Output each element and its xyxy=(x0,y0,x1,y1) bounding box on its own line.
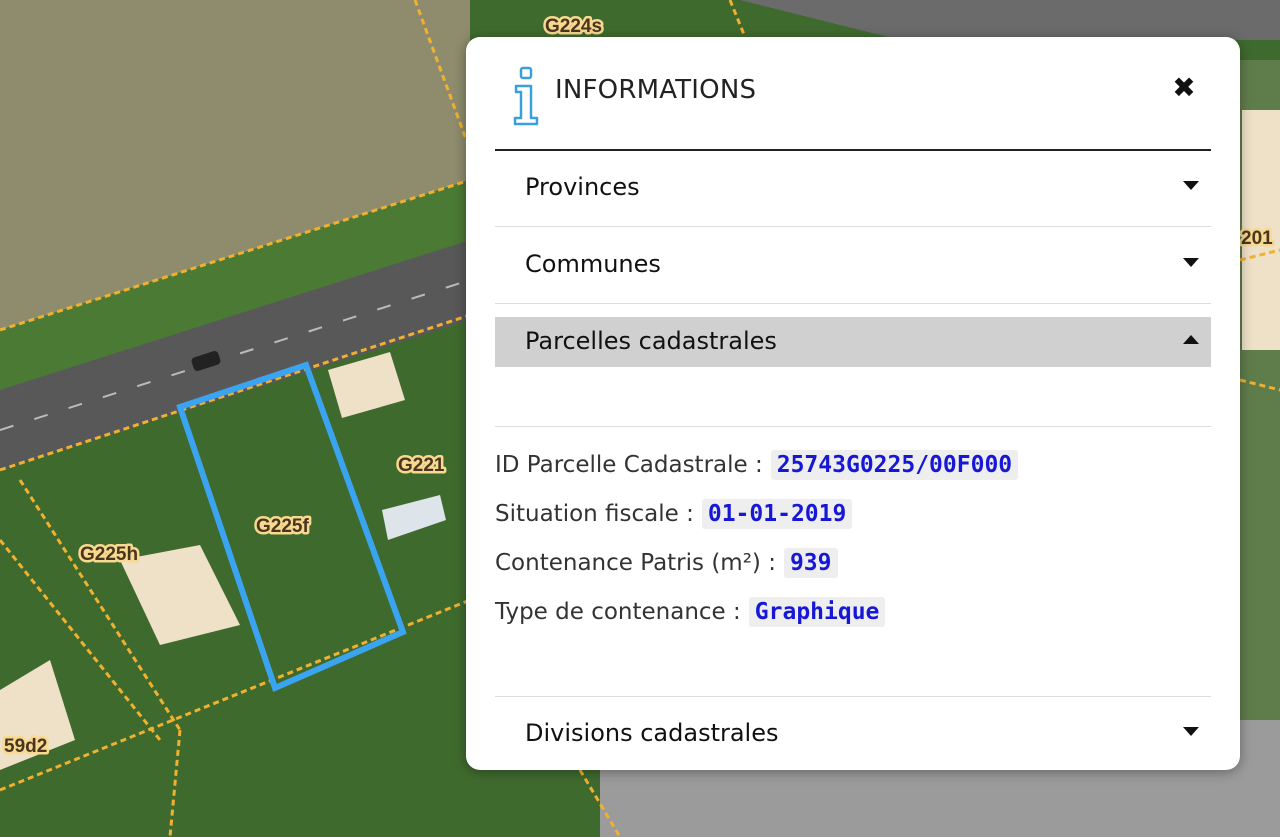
section-label: Parcelles cadastrales xyxy=(525,327,777,355)
section-communes[interactable]: Communes xyxy=(495,240,1211,290)
chevron-down-icon xyxy=(1183,181,1199,190)
close-icon[interactable]: ✖ xyxy=(1169,73,1199,103)
chevron-up-icon xyxy=(1183,335,1199,344)
attribute-row-id-parcelle: ID Parcelle Cadastrale : 25743G0225/00F0… xyxy=(495,445,1211,485)
section-divisions-cadastrales[interactable]: Divisions cadastrales xyxy=(495,709,1211,749)
divider xyxy=(495,426,1211,427)
attribute-label: ID Parcelle Cadastrale : xyxy=(495,452,763,478)
attribute-label: Contenance Patris (m²) : xyxy=(495,550,776,576)
divider xyxy=(495,303,1211,304)
section-provinces[interactable]: Provinces xyxy=(495,163,1211,213)
divider xyxy=(495,226,1211,227)
panel-title: INFORMATIONS xyxy=(555,75,757,105)
attribute-label: Type de contenance : xyxy=(495,599,741,625)
map-label-g224s: G224s xyxy=(545,16,602,37)
attribute-label: Situation fiscale : xyxy=(495,501,694,527)
section-label: Communes xyxy=(525,250,661,278)
map-label-g225h: G225h xyxy=(80,544,138,565)
panel-header: INFORMATIONS ✖ xyxy=(495,59,1211,151)
map-label-g225f: G225f xyxy=(256,516,309,537)
attribute-value: 01-01-2019 xyxy=(701,499,853,529)
attribute-value: Graphique xyxy=(748,597,886,627)
attribute-value: 939 xyxy=(783,548,838,578)
divider xyxy=(495,696,1211,697)
chevron-down-icon xyxy=(1183,258,1199,267)
attribute-row-situation-fiscale: Situation fiscale : 01-01-2019 xyxy=(495,494,1211,534)
map-label-201: 201 xyxy=(1241,228,1273,249)
section-label: Provinces xyxy=(525,173,640,201)
map-label-59d2: 59d2 xyxy=(4,736,47,757)
information-panel: INFORMATIONS ✖ Provinces Communes Parcel… xyxy=(466,37,1240,770)
map-label-g221: G221 xyxy=(398,455,445,476)
info-icon xyxy=(513,66,539,126)
attribute-value: 25743G0225/00F000 xyxy=(770,450,1019,480)
section-parcelles-cadastrales[interactable]: Parcelles cadastrales xyxy=(495,317,1211,367)
chevron-down-icon xyxy=(1183,727,1199,736)
attribute-row-type-contenance: Type de contenance : Graphique xyxy=(495,592,1211,632)
attribute-row-contenance: Contenance Patris (m²) : 939 xyxy=(495,543,1211,583)
section-label: Divisions cadastrales xyxy=(525,719,779,747)
